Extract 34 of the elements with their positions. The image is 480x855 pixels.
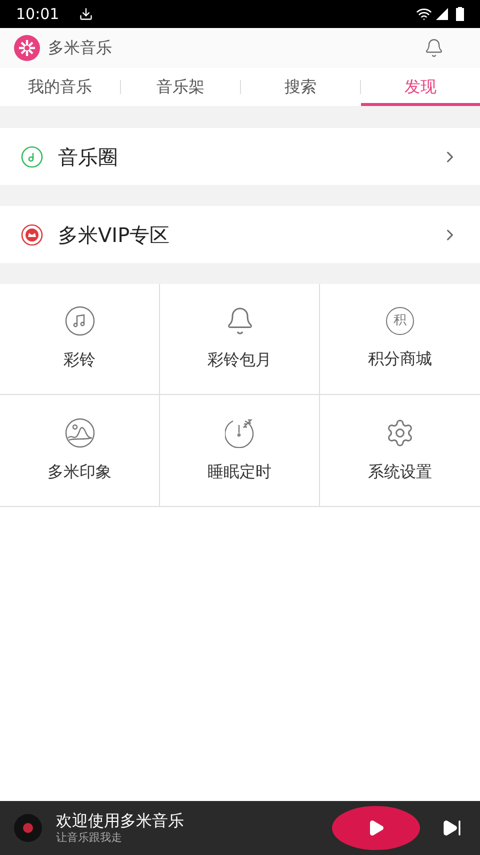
signal-icon bbox=[436, 8, 448, 20]
landscape-icon bbox=[64, 418, 94, 448]
tab[interactable]: 我的音乐 bbox=[0, 68, 120, 106]
menu-row[interactable]: 音乐圈 bbox=[0, 128, 480, 185]
sleep-timer-icon bbox=[224, 418, 254, 448]
tile-label: 彩铃包月 bbox=[208, 349, 272, 371]
app-title: 多米音乐 bbox=[48, 37, 112, 59]
settings-icon bbox=[385, 418, 415, 448]
download-icon bbox=[79, 7, 94, 21]
menu-row[interactable]: 多米VIP专区 bbox=[0, 206, 480, 263]
player-subtitle: 让音乐跟我走 bbox=[56, 831, 123, 845]
player-title: 欢迎使用多米音乐 bbox=[56, 811, 185, 831]
battery-icon bbox=[456, 7, 464, 21]
music-note-icon bbox=[64, 306, 94, 336]
wifi-icon bbox=[416, 6, 432, 22]
points-icon: 积 bbox=[386, 307, 414, 335]
tile-label: 彩铃 bbox=[64, 349, 96, 371]
feature-tile[interactable]: 彩铃 bbox=[0, 284, 160, 395]
tab[interactable]: 发现 bbox=[361, 68, 480, 106]
tab[interactable]: 音乐架 bbox=[121, 68, 240, 106]
row-label: 多米VIP专区 bbox=[58, 222, 171, 248]
status-time: 10:01 bbox=[16, 4, 60, 25]
tile-label: 多米印象 bbox=[48, 460, 112, 482]
logo-icon bbox=[14, 35, 40, 61]
play-icon bbox=[367, 819, 385, 837]
tile-label: 积分商城 bbox=[368, 348, 432, 370]
tile-label: 系统设置 bbox=[368, 460, 432, 482]
tile-label: 睡眠定时 bbox=[208, 460, 272, 482]
next-track-icon[interactable] bbox=[442, 818, 462, 838]
feature-tile[interactable]: 彩铃包月 bbox=[160, 284, 320, 395]
row-label: 音乐圈 bbox=[58, 144, 119, 170]
vinyl-record-icon bbox=[14, 814, 42, 842]
tab[interactable]: 搜索 bbox=[241, 68, 360, 106]
notification-bell-icon[interactable] bbox=[424, 38, 444, 58]
